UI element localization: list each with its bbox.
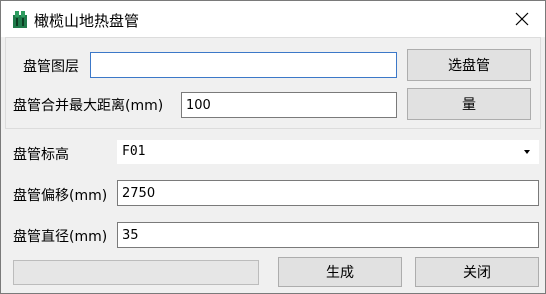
progress-bar <box>13 260 259 285</box>
layer-label: 盘管图层 <box>23 59 79 75</box>
measure-button[interactable]: 量 <box>407 88 531 120</box>
generate-button[interactable]: 生成 <box>278 257 402 287</box>
close-icon <box>515 12 529 26</box>
title-bar[interactable]: 橄榄山地热盘管 <box>1 1 545 37</box>
app-icon <box>13 10 27 28</box>
close-button[interactable]: 关闭 <box>415 257 539 287</box>
merge-distance-label: 盘管合并最大距离(mm) <box>13 98 164 114</box>
close-window-button[interactable] <box>499 1 545 37</box>
elevation-selected-value: F01 <box>122 144 146 159</box>
dropdown-arrow-icon <box>524 150 530 154</box>
select-pipe-button[interactable]: 选盘管 <box>407 49 531 81</box>
merge-distance-input[interactable] <box>181 92 397 118</box>
elevation-label: 盘管标高 <box>13 147 69 163</box>
window-title: 橄榄山地热盘管 <box>34 12 140 30</box>
offset-label: 盘管偏移(mm) <box>13 188 108 204</box>
offset-input[interactable] <box>117 180 539 206</box>
dialog-window: 橄榄山地热盘管 盘管图层 选盘管 盘管合并最大距离(mm) 量 盘管标高 F01… <box>0 0 546 294</box>
diameter-input[interactable] <box>117 222 539 248</box>
layer-input[interactable] <box>90 52 397 78</box>
elevation-select[interactable]: F01 <box>117 140 539 164</box>
diameter-label: 盘管直径(mm) <box>13 229 108 245</box>
